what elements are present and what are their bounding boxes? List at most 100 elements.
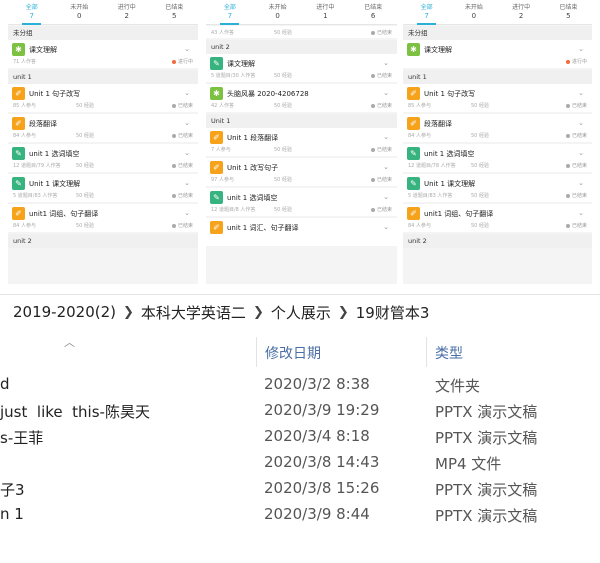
tab-ended[interactable]: 已结束 5: [151, 0, 199, 24]
column-header-date[interactable]: 修改日期: [265, 343, 321, 363]
file-row[interactable]: s-王菲 2020/3/4 8:18 PPTX 演示文稿: [0, 424, 600, 450]
chevron-down-icon[interactable]: ⌄: [578, 209, 584, 217]
chevron-down-icon[interactable]: ⌄: [383, 89, 389, 97]
activity-points: 50 经验: [274, 207, 292, 213]
chevron-down-icon[interactable]: ⌄: [578, 89, 584, 97]
status-dot-icon: [171, 59, 176, 64]
chevron-down-icon[interactable]: ⌄: [383, 133, 389, 141]
activity-item[interactable]: ✎ unit 1 选词填空 ⌄ 12 道题目/8 人作答 50 经验 已结束: [206, 188, 397, 216]
chevron-down-icon[interactable]: ⌄: [184, 179, 190, 187]
activity-item[interactable]: ✎ Unit 1 课文理解 ⌄ 5 道题目/83 人作答 50 经验 已结束: [8, 174, 198, 202]
chevron-down-icon[interactable]: ⌄: [383, 223, 389, 231]
file-name[interactable]: 子3: [0, 479, 25, 500]
file-name[interactable]: n 1: [0, 505, 24, 523]
activity-item[interactable]: ✎ Unit 1 课文理解 ⌄ 5 道题目/83 人作答 50 经验 已结束: [403, 174, 592, 202]
chevron-down-icon[interactable]: ⌄: [184, 149, 190, 157]
tab-label: 全部: [420, 4, 433, 11]
activity-item[interactable]: ✐ unit1 词组、句子翻译 ⌄ 84 人参与 50 经验 已结束: [403, 204, 592, 232]
activity-participants: 84 人参与: [13, 133, 36, 139]
task-icon: ✐: [407, 87, 420, 100]
file-name[interactable]: just like this-陈昊天: [0, 401, 150, 422]
task-icon: ✱: [210, 87, 223, 100]
activity-item[interactable]: ✎ unit 1 选词填空 ⌄ 12 道题目/79 人作答 50 经验 已结束: [8, 144, 198, 172]
activity-participants: 84 人参与: [13, 223, 36, 229]
activity-item[interactable]: ✐ Unit 1 句子改写 ⌄ 85 人参与 50 经验 已结束: [403, 84, 592, 112]
sort-up-icon[interactable]: ︿: [64, 334, 75, 350]
tab-all[interactable]: 全部 7: [403, 0, 450, 25]
tab-not-started[interactable]: 未开始 0: [254, 0, 302, 24]
activity-item[interactable]: ✐ Unit 1 句子改写 ⌄ 85 人参与 50 经验 已结束: [8, 84, 198, 112]
tab-count: 0: [471, 12, 477, 20]
activity-item[interactable]: 43 人作答 50 经验 已结束: [206, 26, 397, 38]
activity-item[interactable]: ✎ 课文理解 ⌄ 5 道题目/30 人作答 50 经验 已结束: [206, 54, 397, 82]
tab-all[interactable]: 全部 7: [206, 0, 254, 25]
status-text: 进行中: [571, 59, 587, 65]
activity-item[interactable]: ✐ unit1 词组、句子翻译 ⌄ 84 人参与 50 经验 已结束: [8, 204, 198, 232]
tab-in-progress[interactable]: 进行中 1: [302, 0, 350, 24]
activity-panel: 全部 7 未开始 0 进行中 1 已结束 6 43 人作答 50 经验 已结束 unit 2 ✎ 课文理…: [206, 0, 397, 284]
activity-item[interactable]: ✎ unit 1 选词填空 ⌄ 12 道题目/78 人作答 50 经验 已结束: [403, 144, 592, 172]
status-badge: 已结束: [565, 192, 587, 199]
phone-screenshots: 全部 7 未开始 0 进行中 2 已结束 5 未分组 ✱ 课文理解 ⌄ 71 人作答 进行中 unit 1…: [0, 0, 600, 292]
chevron-down-icon[interactable]: ⌄: [383, 59, 389, 67]
status-badge: 已结束: [565, 102, 587, 109]
tab-ended[interactable]: 已结束 5: [545, 0, 592, 24]
file-row[interactable]: 2020/3/8 14:43 MP4 文件: [0, 450, 600, 476]
chevron-down-icon[interactable]: ⌄: [383, 163, 389, 171]
activity-item[interactable]: ✐ Unit 1 改写句子 ⌄ 97 人参与 50 经验 已结束: [206, 158, 397, 186]
status-dot-icon: [565, 163, 570, 168]
tab-label: 全部: [223, 4, 236, 11]
activity-points: 50 经验: [274, 147, 292, 153]
chevron-down-icon[interactable]: ⌄: [184, 119, 190, 127]
activity-item[interactable]: ✐ Unit 1 段落翻译 ⌄ 7 人参与 50 经验 已结束: [206, 128, 397, 156]
chevron-down-icon[interactable]: ⌄: [184, 209, 190, 217]
activity-points: 50 经验: [76, 163, 94, 169]
activity-points: 50 经验: [274, 30, 292, 36]
breadcrumb-item[interactable]: 2019-2020(2): [10, 303, 119, 321]
file-row[interactable]: d 2020/3/2 8:38 文件夹: [0, 372, 600, 398]
chevron-down-icon[interactable]: ⌄: [578, 179, 584, 187]
tab-bar: 全部 7 未开始 0 进行中 1 已结束 6: [206, 0, 397, 25]
activity-item[interactable]: ✱ 课文理解 ⌄ 71 人作答 进行中: [8, 40, 198, 68]
task-icon: ✎: [407, 177, 420, 190]
chevron-down-icon[interactable]: ⌄: [578, 45, 584, 53]
status-badge: 已结束: [171, 222, 193, 229]
column-header-type[interactable]: 类型: [435, 343, 463, 363]
activity-points: 50 经验: [274, 73, 292, 79]
chevron-down-icon[interactable]: ⌄: [184, 89, 190, 97]
activity-item[interactable]: ✐ unit 1 词汇、句子翻译 ⌄: [206, 218, 397, 246]
column-divider[interactable]: [426, 337, 427, 367]
status-dot-icon: [370, 103, 375, 108]
activity-participants: 85 人参与: [408, 103, 431, 109]
chevron-down-icon[interactable]: ⌄: [578, 149, 584, 157]
status-dot-icon: [370, 147, 375, 152]
breadcrumb-item[interactable]: 本科大学英语二: [138, 302, 249, 323]
chevron-down-icon[interactable]: ⌄: [578, 119, 584, 127]
tab-label: 进行中: [117, 4, 136, 11]
tab-all[interactable]: 全部 7: [8, 0, 56, 25]
breadcrumb-item[interactable]: 19财管本3: [353, 302, 433, 323]
breadcrumb-item[interactable]: 个人展示: [268, 302, 334, 323]
file-row[interactable]: n 1 2020/3/9 8:44 PPTX 演示文稿: [0, 502, 600, 528]
tab-not-started[interactable]: 未开始 0: [450, 0, 497, 24]
tab-in-progress[interactable]: 进行中 2: [103, 0, 151, 24]
column-divider[interactable]: [256, 337, 257, 367]
status-badge: 已结束: [370, 206, 392, 213]
activity-item[interactable]: ✐ 段落翻译 ⌄ 84 人参与 50 经验 已结束: [8, 114, 198, 142]
group-header: unit 2: [206, 40, 397, 54]
chevron-down-icon[interactable]: ⌄: [184, 45, 190, 53]
file-name[interactable]: s-王菲: [0, 427, 43, 448]
activity-item[interactable]: ✱ 课文理解 ⌄ 进行中: [403, 40, 592, 68]
activity-item[interactable]: ✱ 头脑风暴 2020-4206728 ⌄ 42 人作答 50 经验 已结束: [206, 84, 397, 112]
file-name[interactable]: d: [0, 375, 10, 393]
tab-not-started[interactable]: 未开始 0: [56, 0, 104, 24]
task-icon: ✎: [210, 57, 223, 70]
file-row[interactable]: just like this-陈昊天 2020/3/9 19:29 PPTX 演示文…: [0, 398, 600, 424]
status-badge: 已结束: [370, 176, 392, 183]
file-row[interactable]: 子3 2020/3/8 15:26 PPTX 演示文稿: [0, 476, 600, 502]
status-badge: 已结束: [370, 146, 392, 153]
tab-in-progress[interactable]: 进行中 2: [498, 0, 545, 24]
activity-item[interactable]: ✐ 段落翻译 ⌄ 84 人参与 50 经验 已结束: [403, 114, 592, 142]
tab-ended[interactable]: 已结束 6: [349, 0, 397, 24]
chevron-down-icon[interactable]: ⌄: [383, 193, 389, 201]
